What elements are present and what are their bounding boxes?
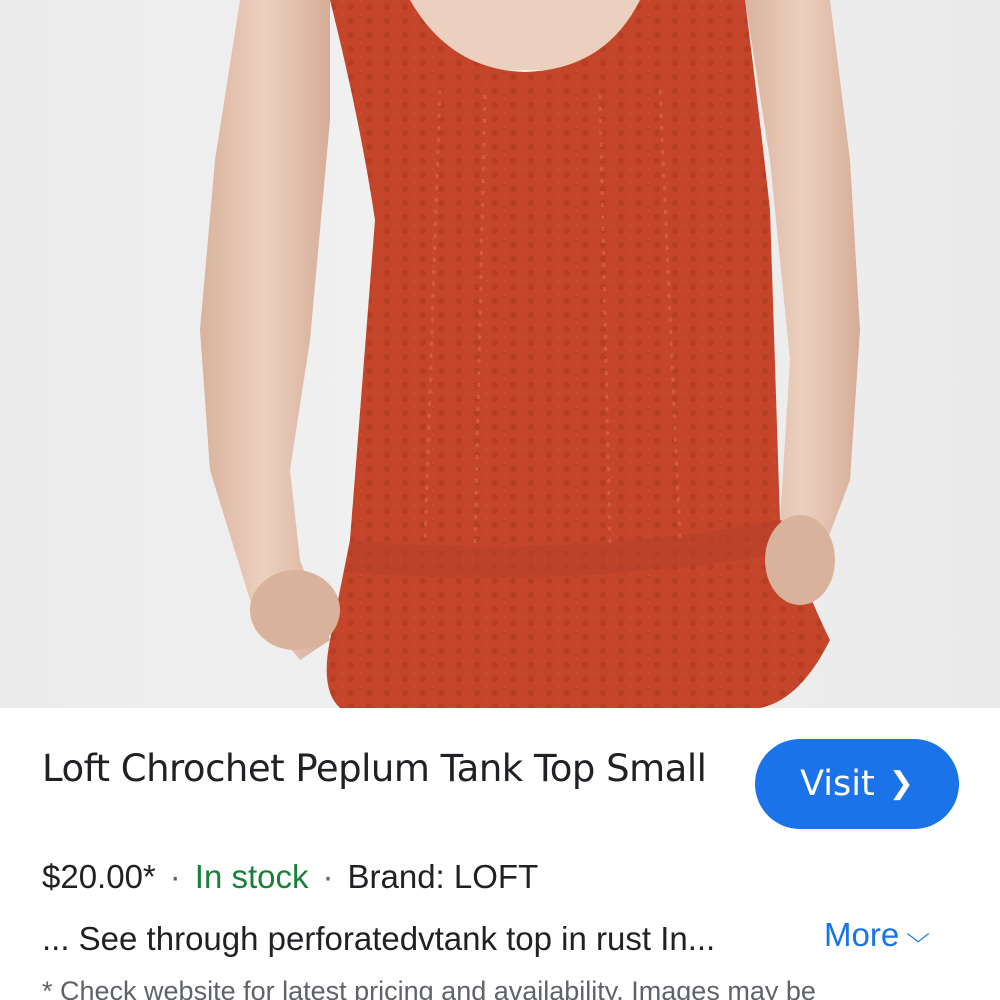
stock-status: In stock (194, 858, 309, 895)
more-button[interactable]: More ⌵ (824, 916, 931, 954)
separator: · (322, 858, 334, 895)
visit-button[interactable]: Visit ❯ (755, 739, 959, 829)
chevron-right-icon: ❯ (888, 765, 914, 801)
price: $20.00* (42, 858, 156, 895)
separator: · (169, 858, 181, 895)
more-button-label: More (824, 916, 900, 953)
product-description: ... See through perforatedvtank top in r… (42, 920, 716, 957)
visit-button-label: Visit (800, 764, 875, 804)
chevron-down-icon: ⌵ (906, 921, 931, 948)
brand: Brand: LOFT (347, 858, 539, 895)
product-title[interactable]: Loft Chrochet Peplum Tank Top Small (42, 744, 722, 794)
product-meta: $20.00* · In stock · Brand: LOFT (42, 858, 538, 896)
product-info: Loft Chrochet Peplum Tank Top Small Visi… (0, 708, 1000, 1000)
shopping-result-card: Loft Chrochet Peplum Tank Top Small Visi… (0, 0, 1000, 1000)
product-photo (200, 0, 860, 708)
product-image[interactable] (0, 0, 1000, 708)
disclaimer-text: * Check website for latest pricing and a… (42, 976, 816, 1000)
